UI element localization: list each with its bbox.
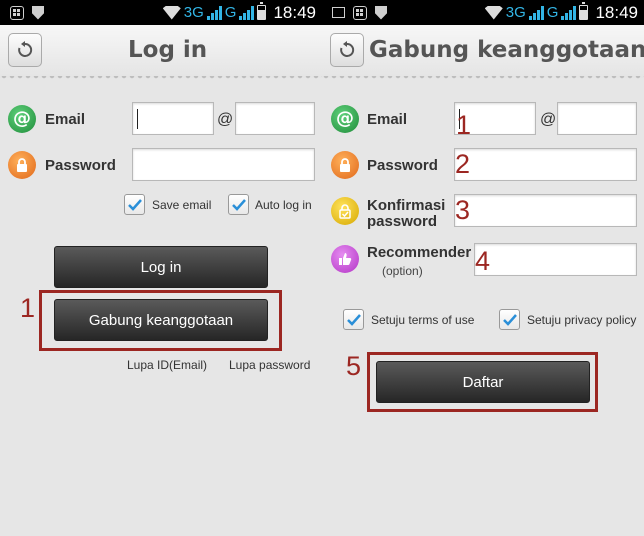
network-type: 3G bbox=[183, 4, 204, 21]
bbm-notification-icon bbox=[10, 5, 24, 20]
terms-label: Setuju terms of use bbox=[371, 313, 475, 327]
checkmark-icon bbox=[128, 199, 142, 211]
shield-notification-icon bbox=[375, 5, 387, 20]
annotation-number: 4 bbox=[475, 246, 491, 276]
register-screen: 3G G 18:49 Gabung keanggotaan @ Email @ … bbox=[322, 0, 644, 536]
bbm-notification-icon bbox=[353, 5, 367, 20]
annotation-box bbox=[367, 352, 598, 412]
thumbs-up-icon bbox=[331, 245, 359, 273]
login-button[interactable]: Log in bbox=[54, 246, 268, 288]
email-at-separator: @ bbox=[540, 111, 557, 128]
shield-notification-icon bbox=[32, 5, 44, 20]
status-bar: 3G G 18:49 bbox=[0, 0, 322, 25]
save-email-label: Save email bbox=[152, 198, 212, 212]
clock: 18:49 bbox=[595, 2, 638, 22]
signal-icon bbox=[206, 5, 222, 20]
save-email-checkbox[interactable] bbox=[124, 194, 145, 215]
text-cursor bbox=[137, 109, 138, 129]
annotation-number: 1 bbox=[20, 293, 36, 323]
page-title: Gabung keanggotaan bbox=[369, 37, 644, 63]
lock-icon bbox=[8, 151, 36, 179]
back-button[interactable] bbox=[330, 33, 364, 67]
login-screen: 3G G 18:49 Log in @ Email @ Password Sav… bbox=[0, 0, 322, 536]
network-type-2: G bbox=[224, 4, 237, 21]
title-bar: Log in bbox=[0, 25, 322, 82]
checkmark-icon bbox=[503, 314, 517, 326]
annotation-box bbox=[39, 290, 282, 351]
email-at-separator: @ bbox=[217, 111, 234, 128]
email-user-input[interactable] bbox=[132, 102, 214, 135]
status-bar: 3G G 18:49 bbox=[322, 0, 644, 25]
wifi-icon bbox=[484, 5, 503, 20]
confirm-lock-icon bbox=[331, 197, 359, 225]
annotation-number: 3 bbox=[455, 195, 471, 225]
privacy-checkbox[interactable] bbox=[499, 309, 520, 330]
confirm-password-input[interactable] bbox=[454, 194, 637, 227]
image-notification-icon bbox=[332, 7, 345, 18]
lock-icon bbox=[331, 151, 359, 179]
forgot-password-link[interactable]: Lupa password bbox=[229, 358, 310, 372]
annotation-number: 5 bbox=[346, 351, 362, 381]
recommender-input[interactable] bbox=[474, 243, 637, 276]
email-label: Email bbox=[367, 111, 408, 128]
password-input[interactable] bbox=[132, 148, 315, 181]
auto-login-checkbox[interactable] bbox=[228, 194, 249, 215]
password-label: Password bbox=[367, 157, 438, 174]
back-arrow-icon bbox=[18, 41, 33, 57]
confirm-password-label-line2: password bbox=[367, 213, 438, 230]
privacy-label: Setuju privacy policy bbox=[527, 313, 637, 327]
checkmark-icon bbox=[232, 199, 246, 211]
password-label: Password bbox=[45, 157, 116, 174]
signal-icon-2 bbox=[561, 5, 577, 20]
network-type: 3G bbox=[505, 4, 526, 21]
title-bar: Gabung keanggotaan bbox=[322, 25, 644, 82]
recommender-option-label: (option) bbox=[382, 264, 423, 278]
auto-login-label: Auto log in bbox=[255, 198, 312, 212]
back-button[interactable] bbox=[8, 33, 42, 67]
email-icon: @ bbox=[8, 105, 36, 133]
forgot-id-link[interactable]: Lupa ID(Email) bbox=[127, 358, 207, 372]
confirm-password-label-line1: Konfirmasi bbox=[367, 197, 446, 214]
network-type-2: G bbox=[546, 4, 559, 21]
annotation-number: 1 bbox=[456, 110, 472, 140]
recommender-label: Recommender bbox=[367, 244, 472, 261]
password-input[interactable] bbox=[454, 148, 637, 181]
signal-icon bbox=[528, 5, 544, 20]
signal-icon-2 bbox=[239, 5, 255, 20]
back-arrow-icon bbox=[340, 41, 355, 57]
battery-icon bbox=[257, 2, 267, 20]
wifi-icon bbox=[162, 5, 181, 20]
email-domain-input[interactable] bbox=[235, 102, 315, 135]
terms-checkbox[interactable] bbox=[343, 309, 364, 330]
battery-icon bbox=[579, 2, 589, 20]
checkmark-icon bbox=[347, 314, 361, 326]
page-title: Log in bbox=[128, 37, 208, 63]
clock: 18:49 bbox=[273, 2, 316, 22]
annotation-number: 2 bbox=[455, 149, 471, 179]
email-icon: @ bbox=[331, 105, 359, 133]
email-label: Email bbox=[45, 111, 86, 128]
email-domain-input[interactable] bbox=[557, 102, 637, 135]
